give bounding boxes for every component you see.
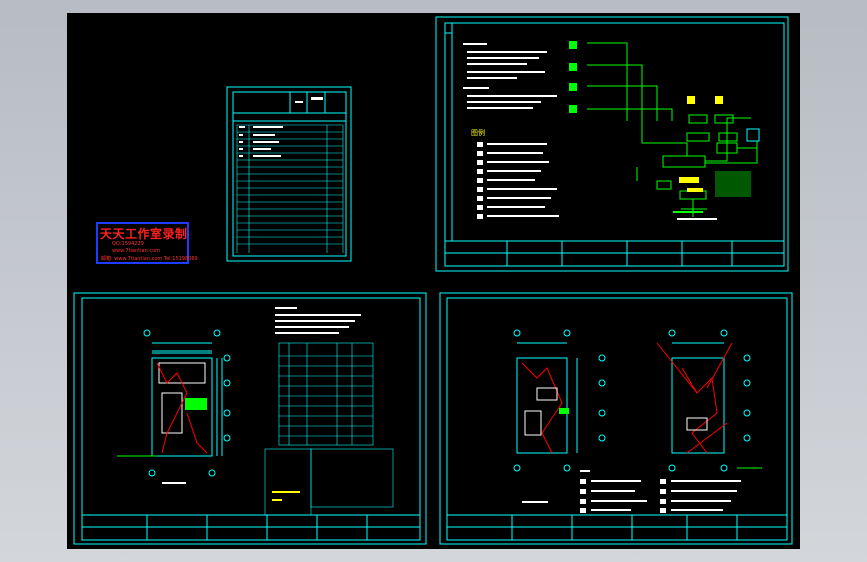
system-legend: 图例 bbox=[471, 128, 559, 219]
system-notes bbox=[463, 43, 557, 109]
plan-2b-interior bbox=[656, 342, 762, 469]
watermark-stamp: 天天工作室录制 QQ:1594229 www.7tiantian.com 邮箱:… bbox=[96, 222, 198, 264]
index-text-marks bbox=[239, 97, 323, 157]
plan-1-interior bbox=[117, 362, 208, 484]
plan-2-legend bbox=[580, 470, 741, 513]
plan-1-table bbox=[278, 342, 374, 446]
system-devices bbox=[569, 41, 760, 220]
stamp-line-3: www.7tiantian.com bbox=[112, 248, 161, 254]
plan-1-notes bbox=[275, 307, 361, 334]
cad-viewport[interactable]: 图例 天天工作室录制 QQ:1594229 www.7tiantian.com … bbox=[0, 0, 867, 562]
svg-text:图例: 图例 bbox=[471, 128, 485, 137]
plan-1-legend bbox=[264, 448, 394, 516]
plan-2a-interior bbox=[521, 362, 569, 503]
plan-2b-walls bbox=[668, 329, 751, 472]
stamp-line-2: QQ:1594229 bbox=[112, 241, 144, 247]
stamp-line-4: 邮箱: www.7tiantian.com Tel:15198069 bbox=[101, 256, 198, 262]
sheet-plan-2[interactable] bbox=[439, 292, 793, 545]
plan-2a-walls bbox=[513, 329, 606, 472]
index-table-rows bbox=[236, 124, 344, 253]
drawing-svg: 图例 bbox=[73, 16, 793, 545]
drawing-canvas[interactable]: 图例 bbox=[67, 13, 800, 549]
stamp-title: 天天工作室录制 bbox=[100, 227, 188, 241]
